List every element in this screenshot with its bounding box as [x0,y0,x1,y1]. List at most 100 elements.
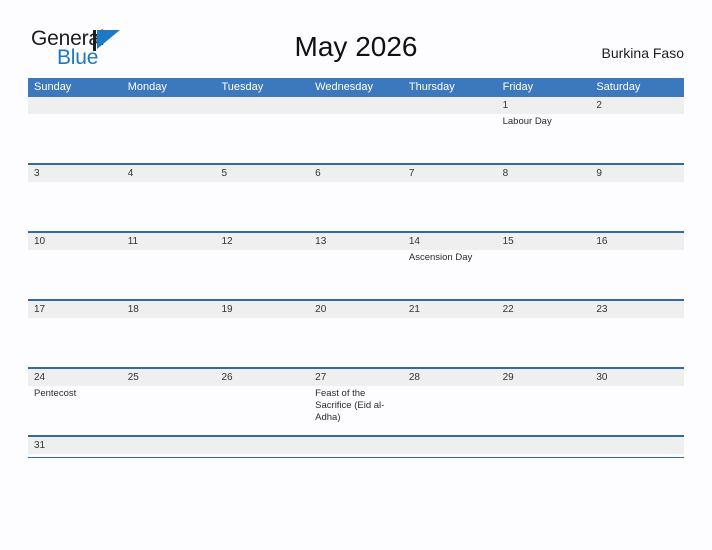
week-events-band [28,182,684,231]
day-event [122,114,216,163]
day-number[interactable]: 26 [215,369,309,386]
weekday-header-tuesday: Tuesday [221,81,264,93]
day-event [309,182,403,231]
day-event [403,182,497,231]
day-number[interactable] [309,97,403,114]
weekday-header-friday: Friday [502,81,534,93]
page-header: General Blue May 2026 Burkina Faso [0,0,712,76]
day-event [403,114,497,163]
day-number[interactable] [590,437,684,454]
day-number[interactable]: 14 [403,233,497,250]
day-event: Ascension Day [408,252,473,263]
day-number[interactable]: 31 [28,437,122,454]
week-events-band: Pentecost Feast of the Sacrifice (Eid al… [28,386,684,435]
day-number[interactable] [122,437,216,454]
day-number[interactable]: 16 [590,233,684,250]
day-event [403,318,497,367]
weekday-header-thursday: Thursday [408,81,455,93]
day-number[interactable] [403,97,497,114]
day-number[interactable]: 25 [122,369,216,386]
weekday-header-wednesday: Wednesday [315,81,374,93]
day-number[interactable]: 21 [403,301,497,318]
day-event [590,182,684,231]
day-event [590,386,684,435]
day-number[interactable] [497,437,591,454]
day-number[interactable] [215,437,309,454]
day-number[interactable]: 29 [497,369,591,386]
day-number[interactable]: 30 [590,369,684,386]
day-number[interactable] [403,437,497,454]
day-event [590,250,684,299]
week-row: 3 4 5 6 7 8 9 [28,165,684,233]
day-number[interactable]: 22 [497,301,591,318]
day-event [28,250,122,299]
day-number[interactable]: 27 [309,369,403,386]
day-event [122,250,216,299]
day-event [590,318,684,367]
week-events-band: Labour Day [28,114,684,163]
day-number[interactable]: 12 [215,233,309,250]
day-number[interactable]: 24 [28,369,122,386]
day-number[interactable] [28,97,122,114]
day-number[interactable]: 8 [497,165,591,182]
week-daynumber-band: 1 2 [28,97,684,114]
day-event [403,386,497,435]
week-events-band [28,318,684,367]
day-event [215,114,309,163]
day-event [122,318,216,367]
calendar-grid: Sunday Monday Tuesday Wednesday Thursday… [28,78,684,458]
weekday-header-saturday: Saturday [596,81,641,93]
week-daynumber-band: 3 4 5 6 7 8 9 [28,165,684,182]
day-number[interactable]: 13 [309,233,403,250]
day-event [215,250,309,299]
week-row: 24 25 26 27 28 29 30 Pentecost Feast of … [28,369,684,437]
day-event [215,386,309,435]
day-number[interactable]: 5 [215,165,309,182]
week-events-band: Ascension Day [28,250,684,299]
day-number[interactable]: 18 [122,301,216,318]
day-event [309,318,403,367]
day-number[interactable]: 10 [28,233,122,250]
week-row: 17 18 19 20 21 22 23 [28,301,684,369]
day-event [497,386,591,435]
day-number[interactable]: 3 [28,165,122,182]
day-event: Feast of the Sacrifice (Eid al-Adha) [315,388,385,423]
weekday-header-monday: Monday [127,81,167,93]
week-daynumber-band: 24 25 26 27 28 29 30 [28,369,684,386]
day-number[interactable]: 11 [122,233,216,250]
day-number[interactable]: 15 [497,233,591,250]
week-daynumber-band: 17 18 19 20 21 22 23 [28,301,684,318]
day-event: Labour Day [502,116,552,127]
week-row: 31 [28,437,684,458]
day-number[interactable]: 7 [403,165,497,182]
day-event [28,318,122,367]
day-event [497,182,591,231]
day-number[interactable]: 20 [309,301,403,318]
day-number[interactable] [215,97,309,114]
day-number[interactable]: 28 [403,369,497,386]
day-number[interactable]: 6 [309,165,403,182]
day-number[interactable]: 23 [590,301,684,318]
week-row: 10 11 12 13 14 15 16 Ascension Day [28,233,684,301]
day-event [215,318,309,367]
day-event [28,182,122,231]
day-event: Pentecost [34,388,77,399]
day-number[interactable]: 2 [590,97,684,114]
day-event [309,114,403,163]
day-number[interactable]: 19 [215,301,309,318]
day-number[interactable] [122,97,216,114]
day-number[interactable]: 1 [497,97,591,114]
day-number[interactable]: 9 [590,165,684,182]
day-number[interactable]: 17 [28,301,122,318]
day-event [497,318,591,367]
day-event [122,182,216,231]
day-event [215,182,309,231]
week-daynumber-band: 31 [28,437,684,454]
day-number[interactable]: 4 [122,165,216,182]
day-event [28,114,122,163]
day-event [590,114,684,163]
country-label: Burkina Faso [601,45,684,61]
day-event [497,250,591,299]
day-number[interactable] [309,437,403,454]
day-event [122,386,216,435]
